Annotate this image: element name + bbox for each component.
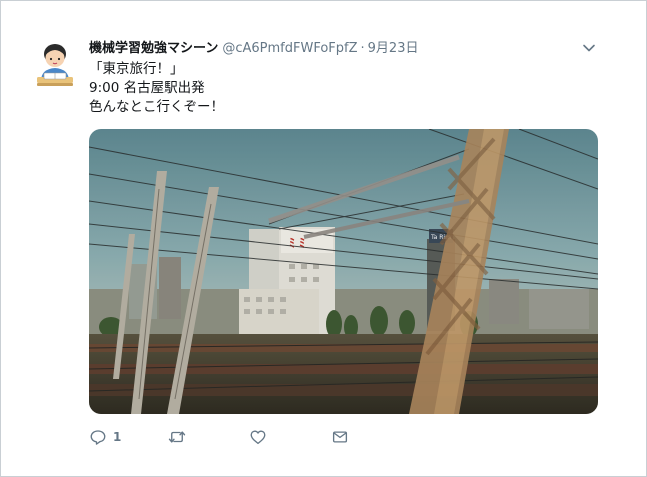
envelope-icon — [332, 431, 348, 443]
heart-icon — [250, 430, 266, 445]
train-window-cityscape-photo: ﾐ ﾐ Ta Rim — [89, 129, 598, 414]
tweet-card[interactable]: 機械学習勉強マシーン @cA6PmfdFWFoFpfZ · 9月23日 「東京旅… — [1, 1, 646, 476]
like-button[interactable] — [249, 425, 331, 449]
direct-message-button[interactable] — [331, 425, 361, 449]
tweet-text: 「東京旅行！」 9:00 名古屋駅出発 色んなとこ行くぞー！ — [89, 60, 589, 117]
chevron-down-icon — [583, 44, 595, 52]
avatar[interactable] — [35, 41, 75, 89]
tweet-line: 「東京旅行！」 — [89, 61, 184, 77]
tweet-line: 9:00 名古屋駅出発 — [89, 80, 205, 96]
reply-count: 1 — [113, 430, 122, 444]
retweet-button[interactable] — [167, 425, 249, 449]
tweet-date[interactable]: 9月23日 — [368, 40, 419, 58]
tweet-photo[interactable]: ﾐ ﾐ Ta Rim — [89, 129, 598, 414]
reply-icon — [90, 430, 106, 445]
avatar-illustration — [37, 44, 73, 86]
tweet-header: 機械学習勉強マシーン @cA6PmfdFWFoFpfZ · 9月23日 — [89, 40, 418, 58]
tweet-actions: 1 — [89, 425, 361, 449]
retweet-icon — [168, 431, 186, 443]
tweet-line: 色んなとこ行くぞー！ — [89, 99, 224, 115]
reply-button[interactable]: 1 — [89, 425, 167, 449]
separator-dot: · — [360, 41, 365, 56]
tweet-frame: 機械学習勉強マシーン @cA6PmfdFWFoFpfZ · 9月23日 「東京旅… — [0, 0, 647, 477]
more-options-button[interactable] — [581, 40, 597, 56]
author-name[interactable]: 機械学習勉強マシーン — [89, 40, 218, 58]
author-handle[interactable]: @cA6PmfdFWFoFpfZ — [222, 40, 357, 58]
